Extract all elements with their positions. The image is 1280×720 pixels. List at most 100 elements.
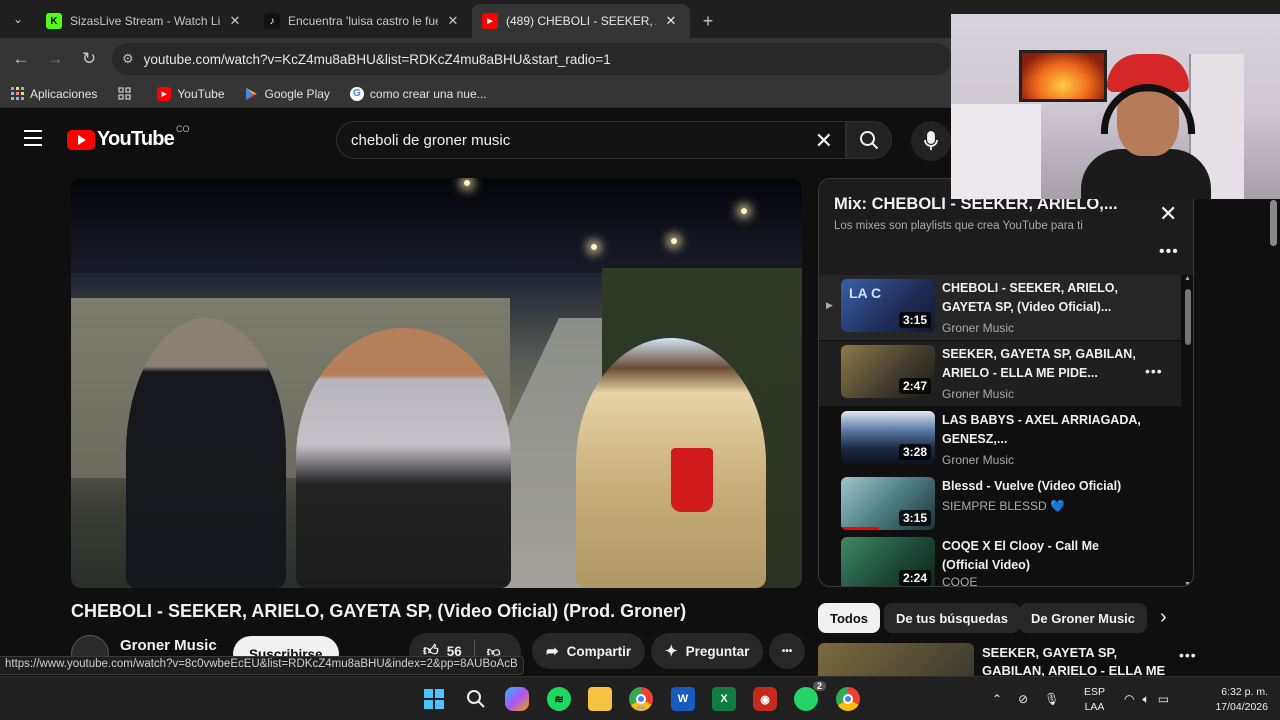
tab-search-chevron-icon[interactable]: ⌄ [0, 0, 36, 38]
search-query: cheboli de groner music [351, 131, 511, 149]
forward-arrow-icon[interactable]: → [38, 42, 72, 76]
playlist-item[interactable]: 2:24 COQE X El Clooy - Call Me (Official… [819, 533, 1181, 586]
grid-icon [117, 87, 131, 101]
chip-todos[interactable]: Todos [818, 603, 881, 633]
language-line-2: LAA [1084, 701, 1105, 713]
scroll-up-icon[interactable]: ▲ [1184, 275, 1191, 282]
playlist-item[interactable]: 3:28 LAS BABYS - AXEL ARRIAGADA, GENESZ,… [819, 407, 1181, 472]
playlist-item[interactable]: ▶ LA C 3:15 CHEBOLI - SEEKER, ARIELO, GA… [819, 275, 1181, 340]
menu-hamburger-icon[interactable] [24, 130, 42, 146]
bookmark-apps[interactable]: Aplicaciones [10, 87, 97, 101]
playlist-item-channel: Groner Music [942, 387, 1015, 401]
search-button[interactable] [846, 121, 892, 159]
youtube-logo[interactable]: YouTube CO [67, 124, 189, 151]
video-frame-person [296, 328, 511, 588]
video-frame-streetlight [464, 180, 470, 186]
bookmark-youtube[interactable]: ▶ YouTube [157, 86, 225, 101]
clock-time: 6:32 p. m. [1221, 686, 1268, 698]
tab-youtube-active[interactable]: ▶ (489) CHEBOLI - SEEKER, ARIELO ✕ [472, 4, 690, 38]
search-input[interactable]: cheboli de groner music ✕ [336, 121, 846, 159]
duration-badge: 3:28 [898, 444, 931, 460]
clear-search-icon[interactable]: ✕ [815, 128, 833, 154]
word-icon[interactable]: W [671, 687, 695, 711]
share-arrow-icon: ➦ [546, 643, 559, 660]
clock-date: 17/04/2026 [1215, 701, 1268, 713]
excel-icon[interactable]: X [712, 687, 736, 711]
bookmark-grid[interactable] [117, 87, 137, 101]
video-frame-red-cup [671, 448, 713, 512]
tab-tiktok[interactable]: ♪ Encuentra 'luisa castro le fue inf ✕ [254, 4, 472, 38]
playlist-item-title: CHEBOLI - SEEKER, ARIELO, GAYETA SP, (Vi… [942, 281, 1118, 314]
notification-badge: 2 [812, 681, 826, 691]
copilot-icon[interactable] [505, 687, 529, 711]
playlist-item[interactable]: 2:47 SEEKER, GAYETA SP, GABILAN, ARIELO … [819, 341, 1181, 406]
chrome-icon[interactable] [629, 687, 653, 711]
volume-icon: 🔈︎ [1142, 691, 1150, 706]
video-title: CHEBOLI - SEEKER, ARIELO, GAYETA SP, (Vi… [71, 601, 687, 621]
country-code: CO [175, 124, 190, 134]
new-tab-plus-icon[interactable]: + [690, 4, 726, 38]
input-language[interactable]: ESP LAA [1084, 685, 1105, 715]
share-button[interactable]: ➦ Compartir [532, 633, 646, 669]
tab-close-icon[interactable]: ✕ [444, 13, 462, 29]
playlist-thumbnail: 3:28 [841, 411, 935, 464]
video-frame-streetlight [671, 238, 677, 244]
chrome-center [636, 694, 646, 704]
address-url: youtube.com/watch?v=KcZ4mu8aBHU&list=RDK… [143, 51, 611, 67]
back-arrow-icon[interactable]: ← [4, 42, 38, 76]
item-more-icon[interactable]: ••• [1145, 363, 1163, 379]
bookmark-google[interactable]: G como crear una nue... [349, 86, 487, 101]
playlist-item-channel: SIEMPRE BLESSD 💙 [942, 499, 1065, 513]
ask-button[interactable]: ✦ Preguntar [651, 633, 764, 669]
search-icon[interactable] [464, 687, 488, 711]
webcam-person-body [1081, 149, 1211, 199]
page-scrollbar[interactable] [1266, 172, 1280, 676]
duration-badge: 2:24 [898, 570, 931, 586]
system-tray: ⌃ ⊘ 🎙︎ [992, 677, 1059, 720]
chip-de-tus-busquedas[interactable]: De tus búsquedas [884, 603, 1020, 633]
now-playing-indicator-icon: ▶ [826, 300, 833, 310]
taskbar-clock[interactable]: 6:32 p. m. 17/04/2026 [1198, 685, 1268, 715]
tab-sizaslive[interactable]: K SizasLive Stream - Watch Live o ✕ [36, 4, 254, 38]
windows-start-icon[interactable] [422, 687, 446, 711]
spotify-icon[interactable]: ≋ [547, 687, 571, 711]
page-scrollbar-thumb[interactable] [1270, 200, 1277, 246]
tab-close-icon[interactable]: ✕ [226, 13, 244, 29]
whatsapp-icon[interactable]: 2 [794, 681, 826, 711]
address-bar[interactable]: ⚙ youtube.com/watch?v=KcZ4mu8aBHU&list=R… [112, 43, 952, 75]
video-player[interactable] [71, 178, 802, 588]
bookmark-google-play[interactable]: Google Play [245, 87, 330, 101]
chip-de-groner-music[interactable]: De Groner Music [1019, 603, 1148, 633]
playlist-thumbnail: LA C 3:15 [841, 279, 935, 332]
playlist-more-icon[interactable]: ••• [1159, 243, 1179, 261]
voice-search-button[interactable] [911, 121, 951, 161]
recommended-video[interactable]: SEEKER, GAYETA SP, GABILAN, ARIELO - ELL… [818, 641, 1198, 696]
scrollbar-thumb[interactable] [1185, 289, 1191, 345]
no-wifi-hotspot-icon[interactable]: ⊘ [1018, 692, 1028, 706]
tray-overflow-chevron-icon[interactable]: ⌃ [992, 692, 1002, 706]
channel-name[interactable]: Groner Music [120, 637, 217, 654]
reload-icon[interactable]: ↻ [72, 42, 106, 76]
game-bar-icon[interactable]: ◉ [753, 687, 777, 711]
tab-title: (489) CHEBOLI - SEEKER, ARIELO [506, 14, 656, 28]
playlist-thumbnail: 3:15 [841, 477, 935, 530]
site-settings-icon[interactable]: ⚙ [122, 51, 134, 67]
playlist-item[interactable]: 3:15 Blessd - Vuelve (Video Oficial) SIE… [819, 473, 1181, 538]
more-actions-button[interactable]: ••• [769, 633, 805, 669]
wifi-icon: ◠ [1124, 692, 1135, 706]
youtube-wordmark: YouTube [97, 128, 175, 150]
bookmark-label: YouTube [177, 86, 225, 101]
network-volume-battery[interactable]: ◠ 🔈︎ ▭ [1124, 677, 1169, 720]
google-icon: G [349, 86, 364, 101]
recommended-more-icon[interactable]: ••• [1179, 647, 1197, 663]
chips-next-chevron-icon[interactable]: › [1160, 606, 1167, 629]
recommended-thumbnail [818, 643, 974, 679]
playlist-scrollbar[interactable]: ▲ ▼ [1183, 275, 1193, 586]
close-playlist-icon[interactable]: ✕ [1159, 201, 1177, 227]
microphone-tray-icon[interactable]: 🎙︎ [1044, 692, 1059, 706]
file-explorer-icon[interactable] [588, 687, 612, 711]
scroll-down-icon[interactable]: ▼ [1184, 581, 1191, 586]
chrome-alt-icon[interactable] [836, 687, 860, 711]
tab-close-icon[interactable]: ✕ [662, 13, 680, 29]
bookmark-label: Aplicaciones [30, 86, 98, 101]
